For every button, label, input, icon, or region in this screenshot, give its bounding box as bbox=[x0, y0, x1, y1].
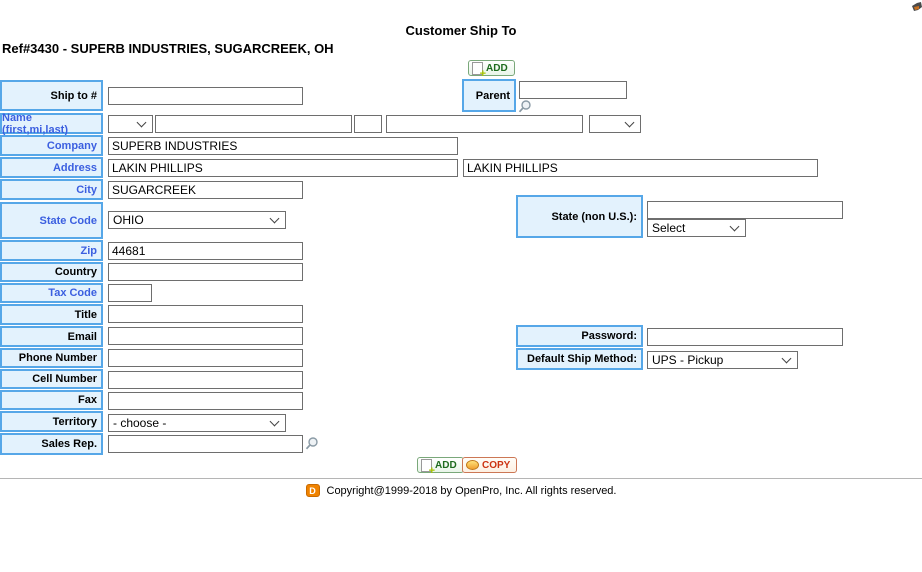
openpro-logo-icon: D bbox=[306, 484, 320, 497]
add-button-top[interactable]: ADD bbox=[468, 60, 515, 76]
name-prefix-select[interactable] bbox=[108, 115, 153, 133]
chevron-down-icon bbox=[730, 222, 740, 232]
address2-input[interactable] bbox=[463, 159, 818, 177]
chevron-down-icon bbox=[270, 417, 280, 427]
coin-icon bbox=[466, 460, 479, 470]
state-non-us-select[interactable]: Select bbox=[647, 219, 746, 237]
label-cell-number: Cell Number bbox=[0, 369, 103, 389]
label-sales-rep: Sales Rep. bbox=[0, 433, 103, 455]
label-territory: Territory bbox=[0, 411, 103, 432]
label-country: Country bbox=[0, 262, 103, 282]
label-fax: Fax bbox=[0, 390, 103, 410]
state-non-us-input[interactable] bbox=[647, 201, 843, 219]
name-last-input[interactable] bbox=[386, 115, 583, 133]
copy-button[interactable]: COPY bbox=[462, 457, 517, 473]
territory-select[interactable]: - choose - bbox=[108, 414, 286, 432]
label-parent: Parent bbox=[462, 79, 516, 112]
territory-value: - choose - bbox=[113, 416, 166, 430]
parent-search-icon[interactable] bbox=[518, 99, 532, 114]
label-ship-to: Ship to # bbox=[0, 80, 103, 111]
ship-to-input[interactable] bbox=[108, 87, 303, 105]
label-city: City bbox=[0, 179, 103, 200]
label-address: Address bbox=[0, 157, 103, 178]
ref-line: Ref#3430 - SUPERB INDUSTRIES, SUGARCREEK… bbox=[2, 41, 334, 56]
chevron-down-icon bbox=[137, 118, 147, 128]
footer: D Copyright@1999-2018 by OpenPro, Inc. A… bbox=[0, 484, 922, 497]
state-code-value: OHIO bbox=[113, 213, 144, 227]
copyright-text: Copyright@1999-2018 by OpenPro, Inc. All… bbox=[327, 485, 617, 497]
address-input[interactable] bbox=[108, 159, 458, 177]
label-email: Email bbox=[0, 326, 103, 347]
name-first-input[interactable] bbox=[155, 115, 352, 133]
label-state-code: State Code bbox=[0, 202, 103, 239]
phone-number-input[interactable] bbox=[108, 349, 303, 367]
sales-rep-search-icon[interactable] bbox=[305, 436, 319, 451]
state-non-us-select-value: Select bbox=[652, 221, 685, 235]
chevron-down-icon bbox=[625, 118, 635, 128]
label-phone-number: Phone Number bbox=[0, 348, 103, 368]
state-code-select[interactable]: OHIO bbox=[108, 211, 286, 229]
zip-input[interactable] bbox=[108, 242, 303, 260]
email-input[interactable] bbox=[108, 327, 303, 345]
chevron-down-icon bbox=[782, 354, 792, 364]
name-mi-input[interactable] bbox=[354, 115, 382, 133]
page-title: Customer Ship To bbox=[0, 23, 922, 38]
add-button-label: ADD bbox=[486, 63, 508, 74]
add-button-label: ADD bbox=[435, 460, 457, 471]
footer-divider bbox=[0, 478, 922, 479]
parent-input[interactable] bbox=[519, 81, 627, 99]
label-state-non-us: State (non U.S.): bbox=[516, 195, 643, 238]
cell-number-input[interactable] bbox=[108, 371, 303, 389]
label-default-ship-method: Default Ship Method: bbox=[516, 348, 643, 370]
add-button-bottom[interactable]: ADD bbox=[417, 457, 464, 473]
default-ship-method-value: UPS - Pickup bbox=[652, 353, 723, 367]
label-name: Name (first,mi,last) bbox=[0, 113, 103, 134]
country-input[interactable] bbox=[108, 263, 303, 281]
label-tax-code: Tax Code bbox=[0, 283, 103, 303]
fax-input[interactable] bbox=[108, 392, 303, 410]
city-input[interactable] bbox=[108, 181, 303, 199]
name-suffix-select[interactable] bbox=[589, 115, 641, 133]
label-zip: Zip bbox=[0, 240, 103, 261]
tax-code-input[interactable] bbox=[108, 284, 152, 302]
label-title: Title bbox=[0, 304, 103, 325]
page-plus-icon bbox=[472, 62, 483, 75]
copy-button-label: COPY bbox=[482, 460, 510, 471]
sales-rep-input[interactable] bbox=[108, 435, 303, 453]
title-input[interactable] bbox=[108, 305, 303, 323]
password-input[interactable] bbox=[647, 328, 843, 346]
company-input[interactable] bbox=[108, 137, 458, 155]
label-password: Password: bbox=[516, 325, 643, 347]
label-company: Company bbox=[0, 135, 103, 156]
default-ship-method-select[interactable]: UPS - Pickup bbox=[647, 351, 798, 369]
page-plus-icon bbox=[421, 459, 432, 472]
chevron-down-icon bbox=[270, 214, 280, 224]
window-corner-icon bbox=[911, 2, 922, 14]
